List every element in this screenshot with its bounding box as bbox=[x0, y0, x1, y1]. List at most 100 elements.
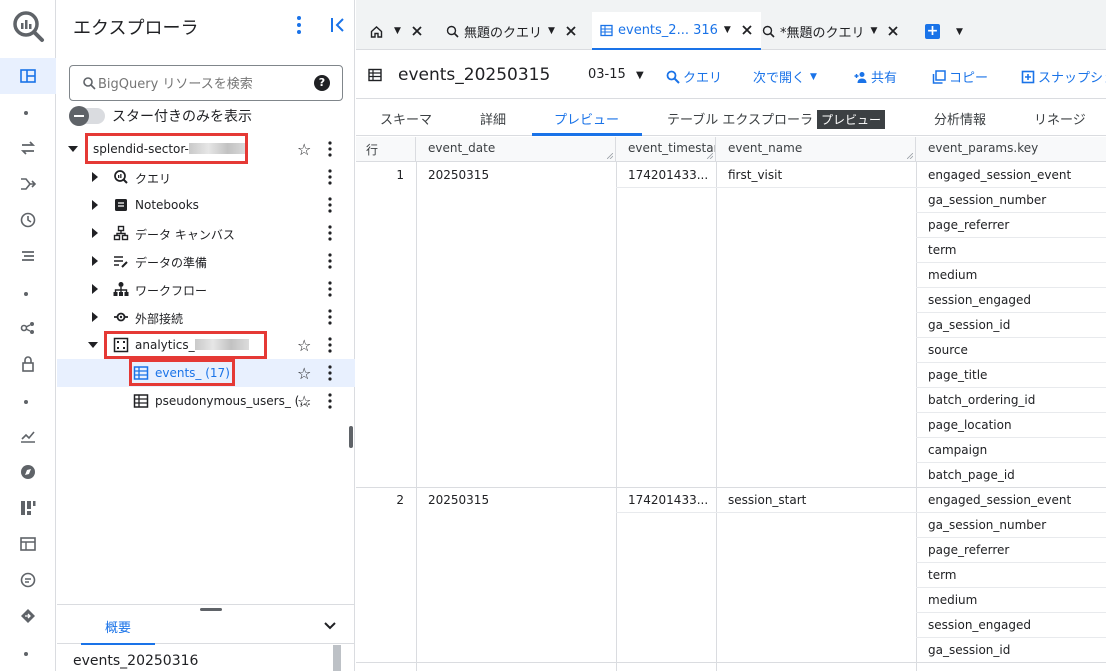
tree-node-notebooks[interactable]: Notebooks bbox=[57, 191, 355, 219]
tree-node-query[interactable]: クエリ bbox=[57, 163, 355, 191]
open-in-button[interactable]: 次で開く ▼ bbox=[753, 67, 817, 86]
caret-down-icon[interactable] bbox=[67, 143, 79, 155]
tab-untitled-query-2[interactable]: *無題のクエリ ▼ bbox=[762, 12, 899, 50]
tab-table-explorer[interactable]: テーブル エクスプローラ プレビュー bbox=[667, 109, 885, 129]
cell-divider bbox=[916, 587, 1106, 588]
column-header-event-params-key[interactable]: event_params.key bbox=[916, 137, 1106, 162]
caret-down-icon[interactable] bbox=[87, 339, 99, 351]
star-icon[interactable]: ☆ bbox=[297, 364, 311, 383]
column-header-event-date[interactable]: event_date bbox=[416, 137, 616, 162]
close-icon[interactable] bbox=[411, 25, 423, 37]
tab-preview[interactable]: プレビュー bbox=[554, 109, 619, 128]
tree-node-external-connection[interactable]: 外部接続 bbox=[57, 303, 355, 331]
caret-right-icon[interactable] bbox=[89, 199, 101, 211]
tree-node-workflow[interactable]: ワークフロー bbox=[57, 275, 355, 303]
caret-down-icon[interactable]: ▼ bbox=[724, 25, 731, 35]
rail-monitoring-icon[interactable] bbox=[0, 418, 56, 454]
add-tab-button[interactable]: + bbox=[925, 24, 940, 39]
main-area: ▼ 無題のクエリ ▼ events_2... 316 ▼ *無題のクエリ ▼ +… bbox=[356, 0, 1106, 671]
rail-list-icon[interactable] bbox=[0, 238, 56, 274]
close-icon[interactable] bbox=[565, 25, 577, 37]
caret-right-icon[interactable] bbox=[89, 171, 101, 183]
caret-down-icon[interactable]: ▼ bbox=[548, 26, 555, 36]
tab-lineage[interactable]: リネージ bbox=[1034, 109, 1086, 128]
canvas-icon bbox=[113, 225, 129, 241]
resize-grip-icon[interactable] bbox=[607, 153, 613, 159]
tab-home[interactable]: ▼ bbox=[370, 12, 423, 50]
tree-node-data-canvas[interactable]: データ キャンバス bbox=[57, 219, 355, 247]
row-divider bbox=[616, 187, 916, 188]
details-scrollbar[interactable] bbox=[333, 645, 341, 671]
more-vert-icon[interactable] bbox=[327, 365, 333, 381]
more-vert-icon[interactable] bbox=[327, 309, 333, 325]
rail-table-icon[interactable] bbox=[0, 526, 56, 562]
rail-diamond-icon[interactable] bbox=[0, 598, 56, 634]
tab-overview[interactable]: 概要 bbox=[105, 617, 131, 636]
caret-down-icon[interactable]: ▼ bbox=[871, 26, 878, 36]
more-vert-icon[interactable] bbox=[327, 281, 333, 297]
more-vert-icon[interactable] bbox=[327, 225, 333, 241]
help-icon[interactable]: ? bbox=[314, 75, 330, 91]
event-params-key-cell: page_referrer bbox=[928, 543, 1010, 557]
tree-node-label: Notebooks bbox=[135, 198, 199, 212]
date-shard-select[interactable]: 03-15 bbox=[588, 67, 626, 82]
snapshot-button[interactable]: スナップショ bbox=[1021, 67, 1106, 86]
table-icon bbox=[600, 24, 613, 36]
caret-down-icon[interactable]: ▼ bbox=[636, 70, 644, 81]
caret-down-icon[interactable]: ▼ bbox=[956, 27, 963, 37]
tab-untitled-query-1[interactable]: 無題のクエリ ▼ bbox=[446, 12, 577, 50]
more-vert-icon[interactable] bbox=[327, 141, 333, 157]
cell-divider bbox=[916, 437, 1106, 438]
more-vert-icon[interactable] bbox=[327, 393, 333, 409]
more-vert-icon[interactable] bbox=[327, 253, 333, 269]
caret-right-icon[interactable] bbox=[89, 283, 101, 295]
resize-handle[interactable] bbox=[200, 608, 222, 611]
collapse-panel-icon[interactable] bbox=[327, 14, 349, 36]
grid-divider bbox=[716, 162, 717, 671]
explorer-scrollbar[interactable] bbox=[349, 426, 353, 448]
more-vert-icon[interactable] bbox=[327, 169, 333, 185]
resize-grip-icon[interactable] bbox=[907, 153, 913, 159]
close-icon[interactable] bbox=[887, 25, 899, 37]
rail-lock-icon[interactable] bbox=[0, 346, 56, 382]
tab-schema[interactable]: スキーマ bbox=[380, 109, 432, 128]
bigquery-logo-icon[interactable] bbox=[10, 8, 46, 44]
event-params-key-cell: page_referrer bbox=[928, 218, 1010, 232]
event-params-key-cell: medium bbox=[928, 268, 978, 282]
close-icon[interactable] bbox=[741, 24, 753, 36]
more-vert-icon[interactable] bbox=[293, 14, 305, 36]
rail-chat-icon[interactable] bbox=[0, 562, 56, 598]
column-header-event-name[interactable]: event_name bbox=[716, 137, 916, 162]
star-icon[interactable]: ☆ bbox=[297, 392, 311, 411]
search-input[interactable] bbox=[98, 74, 310, 94]
more-vert-icon[interactable] bbox=[327, 197, 333, 213]
tab-insights[interactable]: 分析情報 bbox=[934, 109, 986, 128]
copy-button[interactable]: コピー bbox=[932, 67, 988, 86]
tree-table-pseudonymous-users[interactable]: pseudonymous_users_ (... ☆ bbox=[57, 387, 355, 415]
chevron-down-icon[interactable] bbox=[323, 619, 337, 633]
star-icon[interactable]: ☆ bbox=[297, 140, 311, 159]
rail-pipeline-icon[interactable] bbox=[0, 166, 56, 202]
caret-down-icon[interactable]: ▼ bbox=[394, 26, 401, 36]
caret-right-icon[interactable] bbox=[89, 227, 101, 239]
tab-details[interactable]: 詳細 bbox=[480, 109, 506, 128]
tree-node-data-prep[interactable]: データの準備 bbox=[57, 247, 355, 275]
star-filter-toggle[interactable] bbox=[69, 106, 105, 126]
rail-dashboard-icon[interactable] bbox=[0, 490, 56, 526]
rail-history-icon[interactable] bbox=[0, 202, 56, 238]
caret-right-icon[interactable] bbox=[89, 311, 101, 323]
share-button[interactable]: 共有 bbox=[854, 67, 897, 86]
rail-explorer-icon[interactable] bbox=[0, 58, 56, 94]
tab-events-table[interactable]: events_2... 316 ▼ bbox=[592, 12, 761, 50]
resize-grip-icon[interactable] bbox=[707, 153, 713, 159]
rail-compass-icon[interactable] bbox=[0, 454, 56, 490]
event-params-key-cell: source bbox=[928, 343, 968, 357]
more-vert-icon[interactable] bbox=[327, 337, 333, 353]
query-button[interactable]: クエリ bbox=[666, 67, 722, 86]
column-header-event-timestamp[interactable]: event_timestamp bbox=[616, 137, 716, 162]
rail-transfer-icon[interactable] bbox=[0, 130, 56, 166]
caret-right-icon[interactable] bbox=[89, 255, 101, 267]
star-icon[interactable]: ☆ bbox=[297, 336, 311, 355]
rail-connections-icon[interactable] bbox=[0, 310, 56, 346]
cell-divider bbox=[916, 612, 1106, 613]
